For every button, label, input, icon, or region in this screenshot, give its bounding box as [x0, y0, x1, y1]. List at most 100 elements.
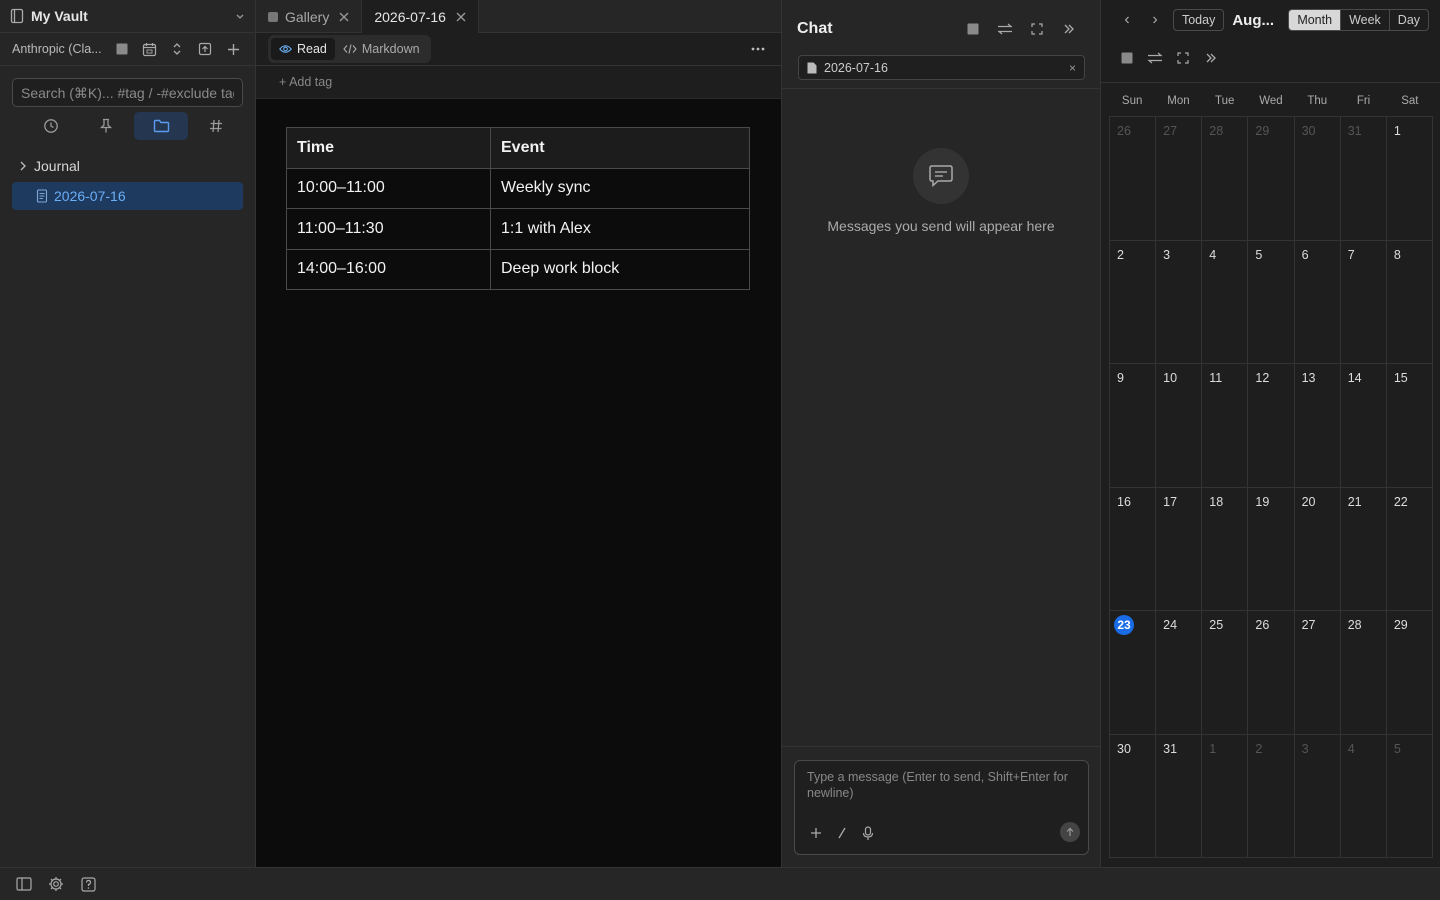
collapse-icon[interactable] [1053, 15, 1085, 43]
calendar-day[interactable]: 29 [1248, 117, 1295, 241]
divider [782, 746, 1100, 747]
import-icon[interactable] [191, 35, 219, 63]
search-box[interactable] [12, 78, 243, 107]
calendar-day[interactable]: 31 [1156, 734, 1203, 858]
calendar-day[interactable]: 12 [1248, 364, 1295, 488]
more-options-icon[interactable] [751, 39, 765, 59]
markdown-mode-button[interactable]: Markdown [335, 38, 428, 60]
close-icon[interactable] [456, 12, 466, 22]
calendar-day[interactable]: 14 [1340, 364, 1387, 488]
calendar-day[interactable]: 8 [1386, 240, 1433, 364]
calendar-day-today[interactable]: 23 [1110, 611, 1157, 735]
calendar-day[interactable]: 4 [1202, 240, 1249, 364]
calendar-day[interactable]: 30 [1110, 734, 1157, 858]
tree-file-item[interactable]: 2026-07-16 [12, 182, 243, 210]
tree-folder-journal[interactable]: Journal [12, 152, 243, 180]
calendar-day[interactable]: 22 [1386, 487, 1433, 611]
add-tag-button[interactable]: + Add tag [279, 75, 332, 89]
tag-icon[interactable] [189, 112, 243, 140]
calendar-day[interactable]: 7 [1340, 240, 1387, 364]
panel-icon[interactable] [957, 15, 989, 43]
calendar-day[interactable]: 29 [1386, 611, 1433, 735]
new-note-icon[interactable] [219, 35, 247, 63]
table-row: 14:00–16:00 Deep work block [286, 248, 750, 290]
calendar-day[interactable]: 13 [1294, 364, 1341, 488]
day-view-button[interactable]: Day [1388, 10, 1428, 30]
calendar-tools [1113, 44, 1225, 72]
calendar-day[interactable]: 27 [1294, 611, 1341, 735]
help-icon[interactable] [72, 870, 104, 898]
calendar-day[interactable]: 10 [1156, 364, 1203, 488]
close-icon[interactable] [339, 12, 349, 22]
day-number: 12 [1255, 371, 1270, 385]
calendar-day[interactable]: 3 [1294, 734, 1341, 858]
folder-icon[interactable] [134, 112, 188, 140]
message-input[interactable]: Type a message (Enter to send, Shift+Ent… [807, 769, 1077, 801]
recent-icon[interactable] [24, 112, 78, 140]
gallery-icon[interactable] [108, 35, 136, 63]
calendar-day[interactable]: 31 [1340, 117, 1387, 241]
message-composer[interactable]: Type a message (Enter to send, Shift+Ent… [794, 760, 1089, 855]
calendar-day[interactable]: 26 [1110, 117, 1157, 241]
read-mode-button[interactable]: Read [271, 38, 335, 60]
calendar-icon[interactable] [135, 35, 163, 63]
calendar-day[interactable]: 2 [1248, 734, 1295, 858]
calendar-day[interactable]: 3 [1156, 240, 1203, 364]
calendar-day[interactable]: 16 [1110, 487, 1157, 611]
day-number: 26 [1117, 124, 1131, 138]
tab-note[interactable]: 2026-07-16 [362, 0, 479, 33]
slash-command-icon[interactable] [829, 820, 855, 846]
calendar-day[interactable]: 19 [1248, 487, 1295, 611]
tab-gallery[interactable]: Gallery [256, 0, 363, 33]
swap-icon[interactable] [1141, 44, 1169, 72]
sidebar-toggle-icon[interactable] [8, 870, 40, 898]
calendar-day[interactable]: 25 [1202, 611, 1249, 735]
today-button[interactable]: Today [1172, 9, 1225, 31]
calendar-day[interactable]: 20 [1294, 487, 1341, 611]
vault-switcher[interactable]: My Vault [0, 0, 255, 33]
microphone-icon[interactable] [855, 820, 881, 846]
expand-icon[interactable] [1021, 15, 1053, 43]
remove-context-icon[interactable]: × [1069, 61, 1076, 75]
calendar-day[interactable]: 2 [1110, 240, 1157, 364]
swap-icon[interactable] [989, 15, 1021, 43]
calendar-day[interactable]: 18 [1202, 487, 1249, 611]
week-view-button[interactable]: Week [1340, 10, 1389, 30]
calendar-day[interactable]: 1 [1202, 734, 1249, 858]
expand-icon[interactable] [1169, 44, 1197, 72]
model-selector[interactable]: Anthropic (Cla... [12, 42, 108, 56]
code-icon [343, 44, 362, 54]
calendar-day[interactable]: 1 [1386, 117, 1433, 241]
calendar-day[interactable]: 5 [1248, 240, 1295, 364]
gear-icon[interactable] [40, 870, 72, 898]
calendar-day[interactable]: 28 [1340, 611, 1387, 735]
calendar-day[interactable]: 21 [1340, 487, 1387, 611]
calendar-day[interactable]: 11 [1202, 364, 1249, 488]
calendar-day[interactable]: 26 [1248, 611, 1295, 735]
calendar-day[interactable]: 27 [1156, 117, 1203, 241]
collapse-icon[interactable] [1197, 44, 1225, 72]
panel-icon[interactable] [1113, 44, 1141, 72]
search-input[interactable] [21, 84, 234, 101]
tree-file-label: 2026-07-16 [54, 188, 126, 204]
month-view-button[interactable]: Month [1289, 10, 1341, 30]
send-button[interactable] [1060, 822, 1080, 842]
calendar-day[interactable]: 24 [1156, 611, 1203, 735]
calendar-day[interactable]: 30 [1294, 117, 1341, 241]
calendar-day[interactable]: 28 [1202, 117, 1249, 241]
calendar-day[interactable]: 15 [1386, 364, 1433, 488]
attach-icon[interactable] [803, 820, 829, 846]
calendar-day[interactable]: 6 [1294, 240, 1341, 364]
table-header-cell: Event [490, 127, 750, 169]
calendar-day[interactable]: 5 [1386, 734, 1433, 858]
calendar-day[interactable]: 9 [1110, 364, 1157, 488]
mode-switch: Read Markdown [268, 35, 431, 63]
next-month-button[interactable]: › [1141, 8, 1169, 32]
calendar-day[interactable]: 4 [1340, 734, 1387, 858]
sort-icon[interactable] [163, 35, 191, 63]
day-number: 15 [1393, 371, 1408, 385]
calendar-day[interactable]: 17 [1156, 487, 1203, 611]
pin-icon[interactable] [79, 112, 133, 140]
tab-bar: Gallery 2026-07-16 [256, 0, 781, 33]
prev-month-button[interactable]: ‹ [1113, 8, 1141, 32]
